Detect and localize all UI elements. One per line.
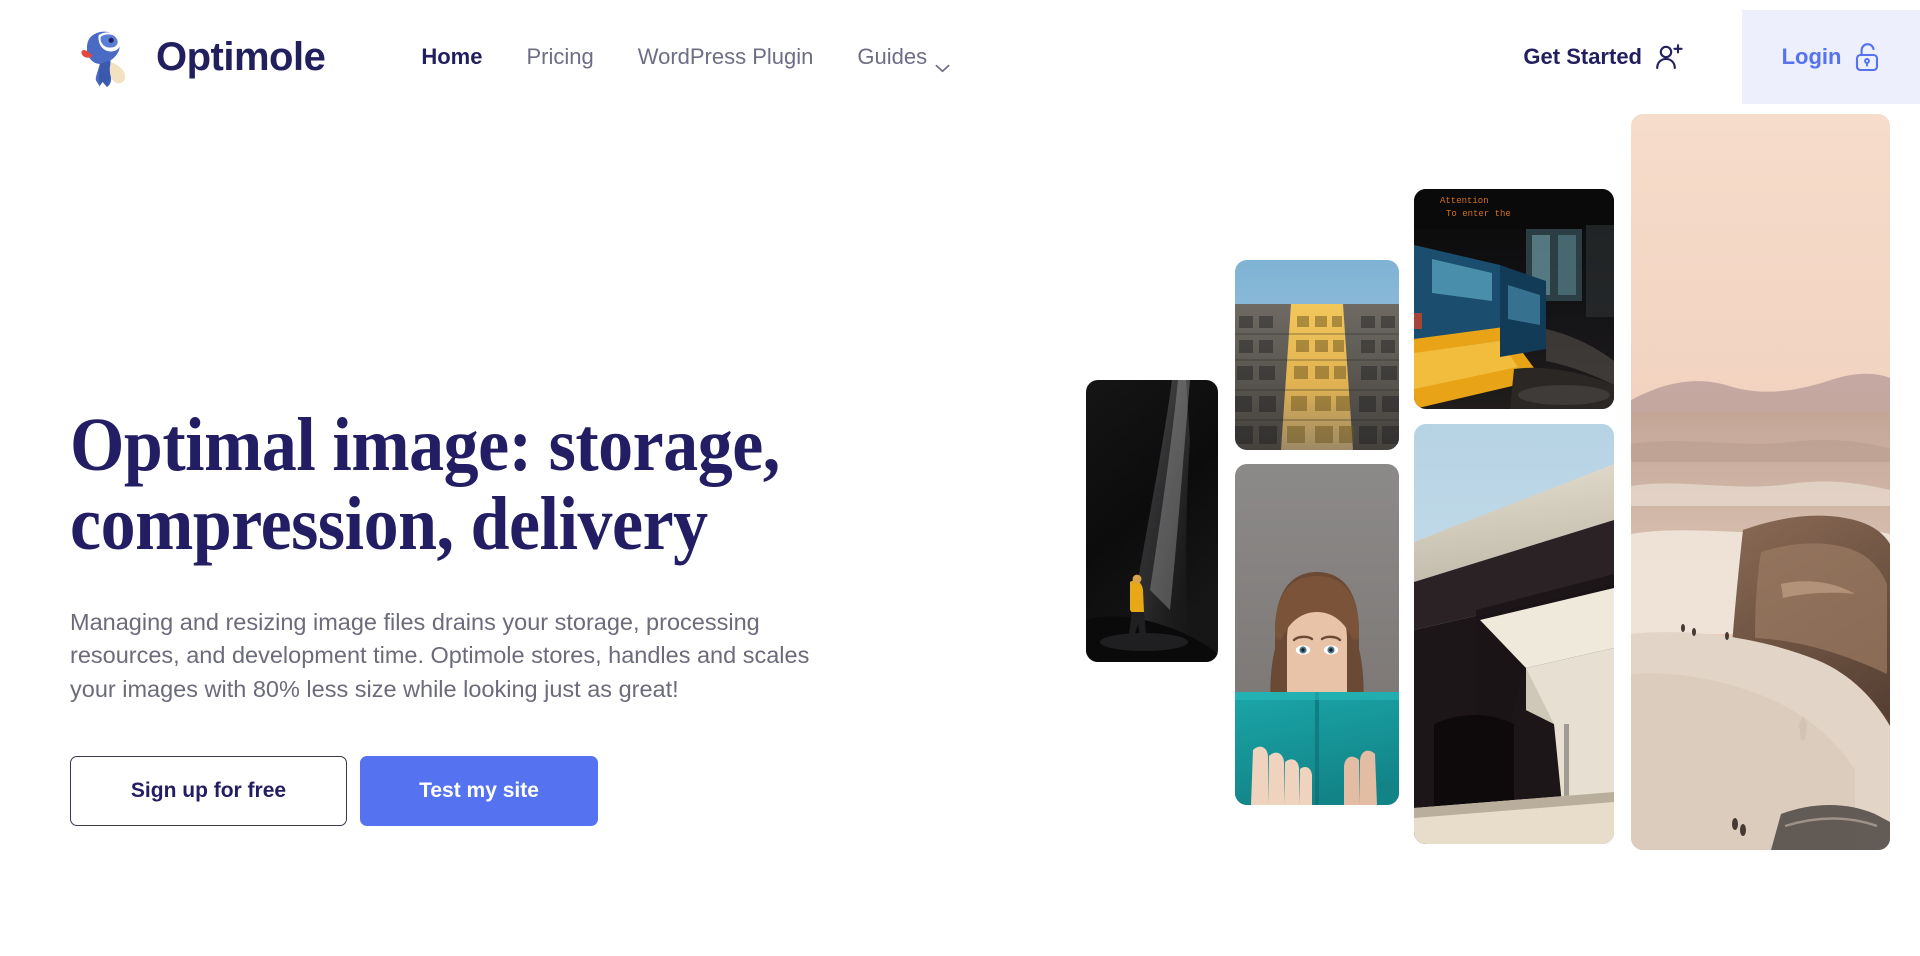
optimole-mole-logo-icon — [68, 20, 142, 95]
nav-item-guides-label: Guides — [857, 44, 928, 69]
hero-image-collage: Attention To enter the — [1080, 114, 1920, 956]
hero-section: Optimal image: storage, compression, del… — [0, 114, 1920, 956]
unlock-padlock-icon — [1854, 42, 1880, 72]
hiker-in-cave-photo — [1086, 380, 1218, 662]
site-header: Optimole Home Pricing WordPress Plugin G… — [0, 0, 1920, 114]
get-started-button[interactable]: Get Started — [1523, 42, 1684, 72]
hero-title-line-2: compression, delivery — [70, 482, 708, 567]
nav-item-guides[interactable]: Guides — [857, 44, 950, 72]
hero-cta-group: Sign up for free Test my site — [70, 756, 870, 827]
brand-name: Optimole — [156, 34, 326, 79]
brand-logo-link[interactable]: Optimole — [68, 20, 326, 95]
primary-nav: Home Pricing WordPress Plugin Guides — [421, 44, 950, 72]
bridge-underpass-photo — [1414, 424, 1614, 844]
train-station-photo: Attention To enter the — [1414, 189, 1614, 409]
login-label: Login — [1781, 44, 1842, 69]
user-plus-icon — [1654, 42, 1684, 72]
nav-item-pricing-label: Pricing — [526, 44, 594, 69]
test-my-site-button[interactable]: Test my site — [360, 756, 598, 827]
nav-item-home[interactable]: Home — [421, 44, 482, 70]
nav-item-wordpress-plugin-label: WordPress Plugin — [637, 44, 814, 69]
hero-copy: Optimal image: storage, compression, del… — [70, 403, 870, 827]
page-title: Optimal image: storage, compression, del… — [70, 403, 806, 567]
header-actions: Get Started Login — [1523, 0, 1920, 114]
hero-description: Managing and resizing image files drains… — [70, 609, 810, 702]
sign-up-for-free-button[interactable]: Sign up for free — [70, 756, 347, 827]
chevron-down-icon — [935, 53, 950, 72]
svg-text:Attention: Attention — [1440, 196, 1489, 206]
nav-item-pricing[interactable]: Pricing — [526, 44, 593, 70]
hero-title-line-1: Optimal image: storage, — [70, 403, 780, 487]
svg-text:To enter the: To enter the — [1446, 209, 1511, 219]
building-upshot-photo — [1235, 260, 1399, 450]
nav-item-wordpress-plugin[interactable]: WordPress Plugin — [638, 44, 814, 70]
woman-with-book-photo — [1235, 464, 1399, 805]
login-button[interactable]: Login — [1742, 10, 1920, 104]
coastal-cliff-photo — [1631, 114, 1890, 850]
get-started-label: Get Started — [1523, 44, 1642, 69]
nav-item-home-label: Home — [421, 44, 483, 69]
